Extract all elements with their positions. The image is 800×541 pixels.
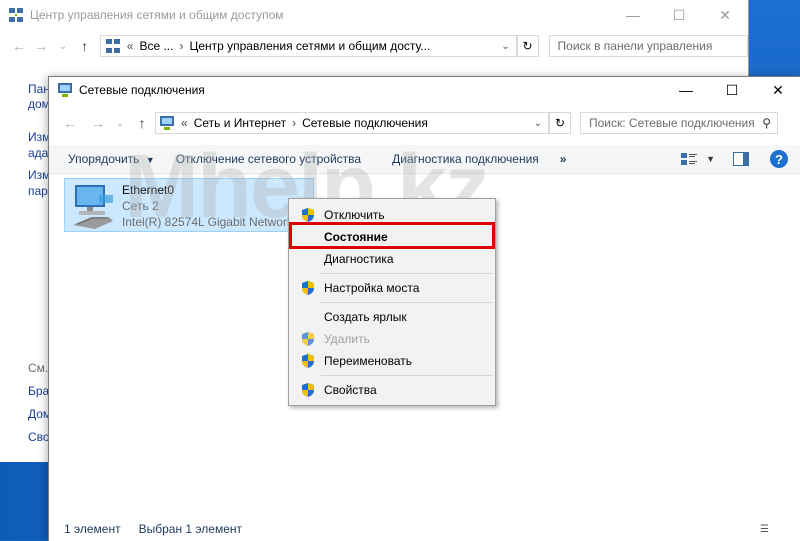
ethernet-connection-item[interactable]: Ethernet0 Сеть 2 Intel(R) 82574L Gigabit… xyxy=(64,178,314,232)
front-window-title: Сетевые подключения xyxy=(79,83,205,97)
back-search-input[interactable]: Поиск в панели управления xyxy=(548,35,748,57)
breadcrumb-network-internet[interactable]: Сеть и Интернет xyxy=(194,116,286,130)
menu-item-bridge[interactable]: Настройка моста xyxy=(291,277,493,299)
sidebar-link[interactable]: ада xyxy=(28,146,48,160)
organize-button[interactable]: Упорядочить ▼ xyxy=(49,152,155,166)
chevron-down-icon[interactable]: ⌄ xyxy=(109,118,131,129)
menu-item-label: Удалить xyxy=(324,332,370,346)
menu-item-label: Переименовать xyxy=(324,354,412,368)
minimize-button[interactable]: — xyxy=(663,77,709,103)
back-address-bar[interactable]: « Все ... › Центр управления сетями и об… xyxy=(99,35,517,57)
menu-separator xyxy=(321,273,493,274)
refresh-icon: ↻ xyxy=(554,116,566,130)
breadcrumb-separator-icon: › xyxy=(179,39,184,53)
network-adapter-icon xyxy=(73,185,113,229)
menu-item-label: Отключить xyxy=(324,208,385,222)
breadcrumb-network-connections[interactable]: Сетевые подключения xyxy=(302,116,428,130)
network-center-icon xyxy=(9,8,23,22)
help-icon[interactable]: ? xyxy=(770,150,788,168)
bottom-link[interactable]: Бра xyxy=(28,384,49,398)
sidebar-link[interactable]: пар xyxy=(28,184,48,198)
back-arrow-icon[interactable]: ← xyxy=(59,115,81,131)
shield-icon xyxy=(302,281,314,295)
menu-item-shortcut[interactable]: Создать ярлык xyxy=(291,306,493,328)
connection-adapter: Intel(R) 82574L Gigabit Network ... xyxy=(122,215,307,229)
menu-item-properties[interactable]: Свойства xyxy=(291,379,493,401)
dropdown-arrow-icon[interactable]: ▼ xyxy=(706,154,715,164)
address-prefix[interactable]: Все ... xyxy=(139,39,173,53)
front-titlebar: Сетевые подключения — ☐ ✕ xyxy=(49,77,800,103)
front-address-bar[interactable]: « Сеть и Интернет › Сетевые подключения … xyxy=(155,112,549,134)
connection-network: Сеть 2 xyxy=(122,199,159,213)
highlight-box xyxy=(289,222,495,249)
bottom-link[interactable]: Сво xyxy=(28,430,50,444)
search-placeholder: Поиск в панели управления xyxy=(557,39,713,53)
shield-icon xyxy=(302,332,314,346)
refresh-icon: ↻ xyxy=(522,39,533,53)
back-arrow-icon[interactable]: ← xyxy=(8,38,30,54)
menu-item-label: Диагностика xyxy=(324,252,394,266)
see-also-heading: См. xyxy=(28,361,49,375)
close-button[interactable]: ✕ xyxy=(755,77,800,103)
item-count: 1 элемент xyxy=(64,522,121,536)
menu-item-delete: Удалить xyxy=(291,328,493,350)
details-view-icon[interactable]: ☰ xyxy=(760,524,769,535)
shield-icon xyxy=(302,354,314,368)
chevron-down-icon[interactable]: ⌄ xyxy=(534,118,542,129)
forward-arrow-icon[interactable]: → xyxy=(30,38,52,54)
chevron-down-icon[interactable]: ⌄ xyxy=(501,41,509,52)
shield-icon xyxy=(302,383,314,397)
dropdown-arrow-icon: ▼ xyxy=(145,155,155,165)
shield-icon xyxy=(302,208,314,222)
selected-count: Выбран 1 элемент xyxy=(138,522,242,536)
back-window-title: Центр управления сетями и общим доступом xyxy=(30,8,284,22)
diagnose-button[interactable]: Диагностика подключения xyxy=(361,152,539,166)
status-bar: 1 элемент Выбран 1 элемент ☰ xyxy=(49,517,800,541)
minimize-button[interactable]: — xyxy=(610,0,656,30)
breadcrumb-separator-icon: « xyxy=(126,39,134,53)
search-icon: ⚲ xyxy=(762,116,771,130)
back-address-row: ← → ⌄ ↑ « Все ... › Центр управления сет… xyxy=(0,30,748,62)
sidebar-link[interactable]: Пан xyxy=(28,82,50,96)
network-connections-icon xyxy=(58,83,72,97)
more-commands-button[interactable]: » xyxy=(539,152,567,166)
network-center-icon xyxy=(105,39,120,53)
refresh-button[interactable]: ↻ xyxy=(549,112,571,134)
connection-name: Ethernet0 xyxy=(122,183,175,197)
address-path[interactable]: Центр управления сетями и общим досту... xyxy=(189,39,430,53)
close-button[interactable]: ✕ xyxy=(702,0,748,30)
disable-device-button[interactable]: Отключение сетевого устройства xyxy=(155,152,361,166)
menu-item-label: Создать ярлык xyxy=(324,310,407,324)
refresh-button[interactable]: ↻ xyxy=(516,35,539,57)
view-icon[interactable] xyxy=(680,151,698,167)
organize-label: Упорядочить xyxy=(68,152,140,166)
chevron-down-icon[interactable]: ⌄ xyxy=(52,41,74,52)
back-titlebar: Центр управления сетями и общим доступом… xyxy=(0,0,748,30)
network-connections-icon xyxy=(160,116,174,130)
maximize-button[interactable]: ☐ xyxy=(709,77,755,103)
up-arrow-icon[interactable]: ↑ xyxy=(131,115,153,131)
front-address-row: ← → ⌄ ↑ « Сеть и Интернет › Сетевые подк… xyxy=(49,103,800,143)
menu-separator xyxy=(321,302,493,303)
search-placeholder: Поиск: Сетевые подключения xyxy=(589,116,755,130)
front-search-input[interactable]: Поиск: Сетевые подключения ⚲ xyxy=(580,112,778,134)
menu-item-rename[interactable]: Переименовать xyxy=(291,350,493,372)
breadcrumb-separator-icon: › xyxy=(292,116,297,130)
layout-icon[interactable] xyxy=(733,152,749,166)
command-bar: Упорядочить ▼ Отключение сетевого устрой… xyxy=(49,145,800,174)
menu-item-diagnose[interactable]: Диагностика xyxy=(291,248,493,270)
up-arrow-icon[interactable]: ↑ xyxy=(74,38,96,54)
menu-item-label: Настройка моста xyxy=(324,281,420,295)
forward-arrow-icon[interactable]: → xyxy=(87,115,109,131)
breadcrumb-separator-icon: « xyxy=(181,116,188,130)
maximize-button[interactable]: ☐ xyxy=(656,0,702,30)
menu-item-label: Свойства xyxy=(324,383,377,397)
sidebar-link[interactable]: дом xyxy=(28,97,50,111)
menu-separator xyxy=(321,375,493,376)
